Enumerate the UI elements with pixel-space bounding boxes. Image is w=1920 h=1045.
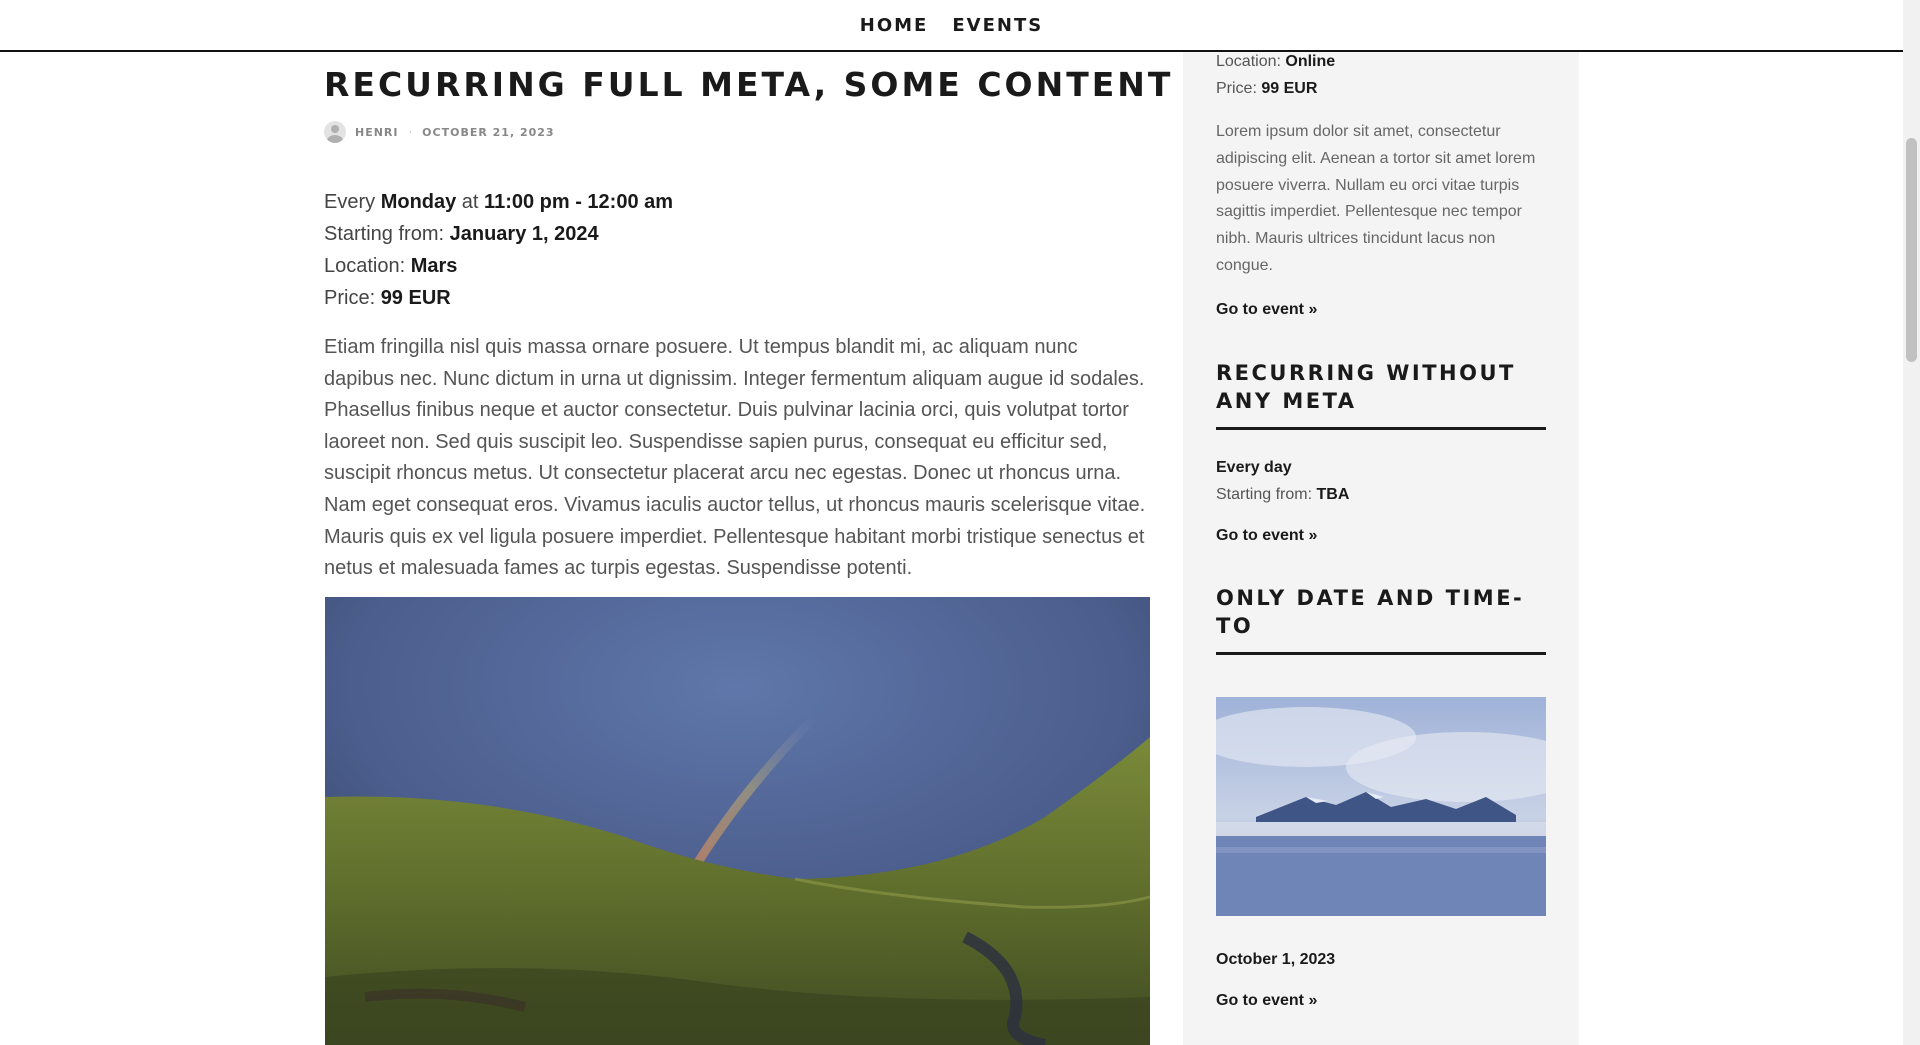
sidebar-event-recurring: RECURRING WITHOUT ANY META Every day Sta… — [1216, 359, 1546, 545]
post-title: RECURRING FULL META, SOME CONTENT — [324, 65, 1174, 104]
nav-home-link[interactable]: HOME — [860, 15, 929, 36]
top-navigation: HOME EVENTS — [0, 0, 1903, 52]
post-date[interactable]: OCTOBER 21, 2023 — [422, 126, 554, 139]
avatar-icon — [324, 121, 346, 143]
event-title[interactable]: ONLY DATE AND TIME-TO — [1216, 584, 1546, 655]
event-location: Location: Online — [1216, 53, 1336, 70]
event-recurrence: Every Monday at 11:00 pm - 12:00 am — [324, 191, 674, 213]
event-location: Location: Mars — [324, 255, 458, 277]
event-price: Price: 99 EUR — [1216, 80, 1318, 97]
event-recurrence: Every day — [1216, 459, 1292, 476]
event-details: Every Monday at 11:00 pm - 12:00 am Star… — [324, 186, 1150, 314]
event-start: Starting from: TBA — [1216, 486, 1350, 503]
event-excerpt: Lorem ipsum dolor sit amet, consectetur … — [1216, 123, 1536, 274]
event-date: October 1, 2023 — [1216, 951, 1336, 968]
sidebar-event-online: Location: Online Price: 99 EUR Lorem ips… — [1216, 48, 1546, 319]
scrollbar-thumb[interactable] — [1906, 138, 1917, 362]
sidebar-event-date-only: ONLY DATE AND TIME-TO October 1, 2023 Go… — [1216, 584, 1546, 1010]
event-price: Price: 99 EUR — [324, 287, 451, 309]
post-featured-image — [325, 597, 1150, 1045]
meta-separator: · — [408, 126, 413, 138]
page-scrollbar[interactable] — [1903, 0, 1920, 1045]
post-author[interactable]: HENRI — [355, 126, 399, 139]
event-title[interactable]: RECURRING WITHOUT ANY META — [1216, 359, 1546, 430]
nav-events-link[interactable]: EVENTS — [952, 15, 1043, 36]
event-start: Starting from: January 1, 2024 — [324, 223, 599, 245]
event-thumbnail[interactable] — [1216, 697, 1546, 916]
go-to-event-link[interactable]: Go to event » — [1216, 527, 1317, 545]
post-meta: HENRI · OCTOBER 21, 2023 — [324, 120, 1150, 144]
post-body: Etiam fringilla nisl quis massa ornare p… — [324, 336, 1146, 580]
sidebar: Location: Online Price: 99 EUR Lorem ips… — [1183, 52, 1579, 1045]
go-to-event-link[interactable]: Go to event » — [1216, 301, 1317, 319]
article: RECURRING FULL META, SOME CONTENT HENRI … — [324, 52, 1174, 585]
go-to-event-link[interactable]: Go to event » — [1216, 992, 1317, 1010]
